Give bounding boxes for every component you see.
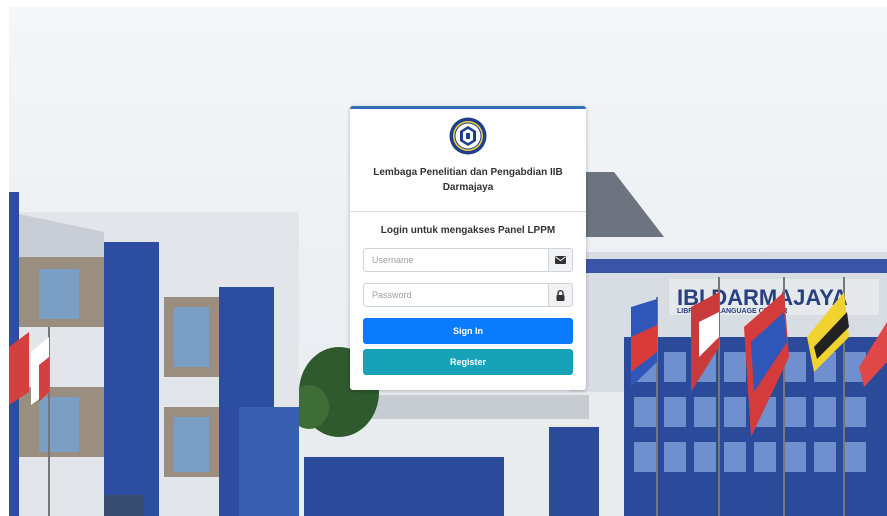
institution-logo	[449, 117, 487, 155]
login-card: Lembaga Penelitian dan Pengabdian IIB Da…	[350, 106, 586, 390]
organization-name: Lembaga Penelitian dan Pengabdian IIB Da…	[373, 167, 563, 193]
register-button[interactable]: Register	[363, 349, 573, 375]
login-card-body: Login untuk mengakses Panel LPPM Sign In…	[350, 225, 586, 375]
username-input-group	[363, 248, 573, 272]
login-card-header: Lembaga Penelitian dan Pengabdian IIB Da…	[350, 109, 586, 212]
login-title: Login untuk mengakses Panel LPPM	[380, 225, 556, 236]
envelope-icon	[548, 249, 572, 271]
lock-icon	[548, 284, 572, 306]
password-input[interactable]	[364, 284, 548, 306]
username-input[interactable]	[364, 249, 548, 271]
sign-in-button[interactable]: Sign In	[363, 318, 573, 344]
password-input-group	[363, 283, 573, 307]
